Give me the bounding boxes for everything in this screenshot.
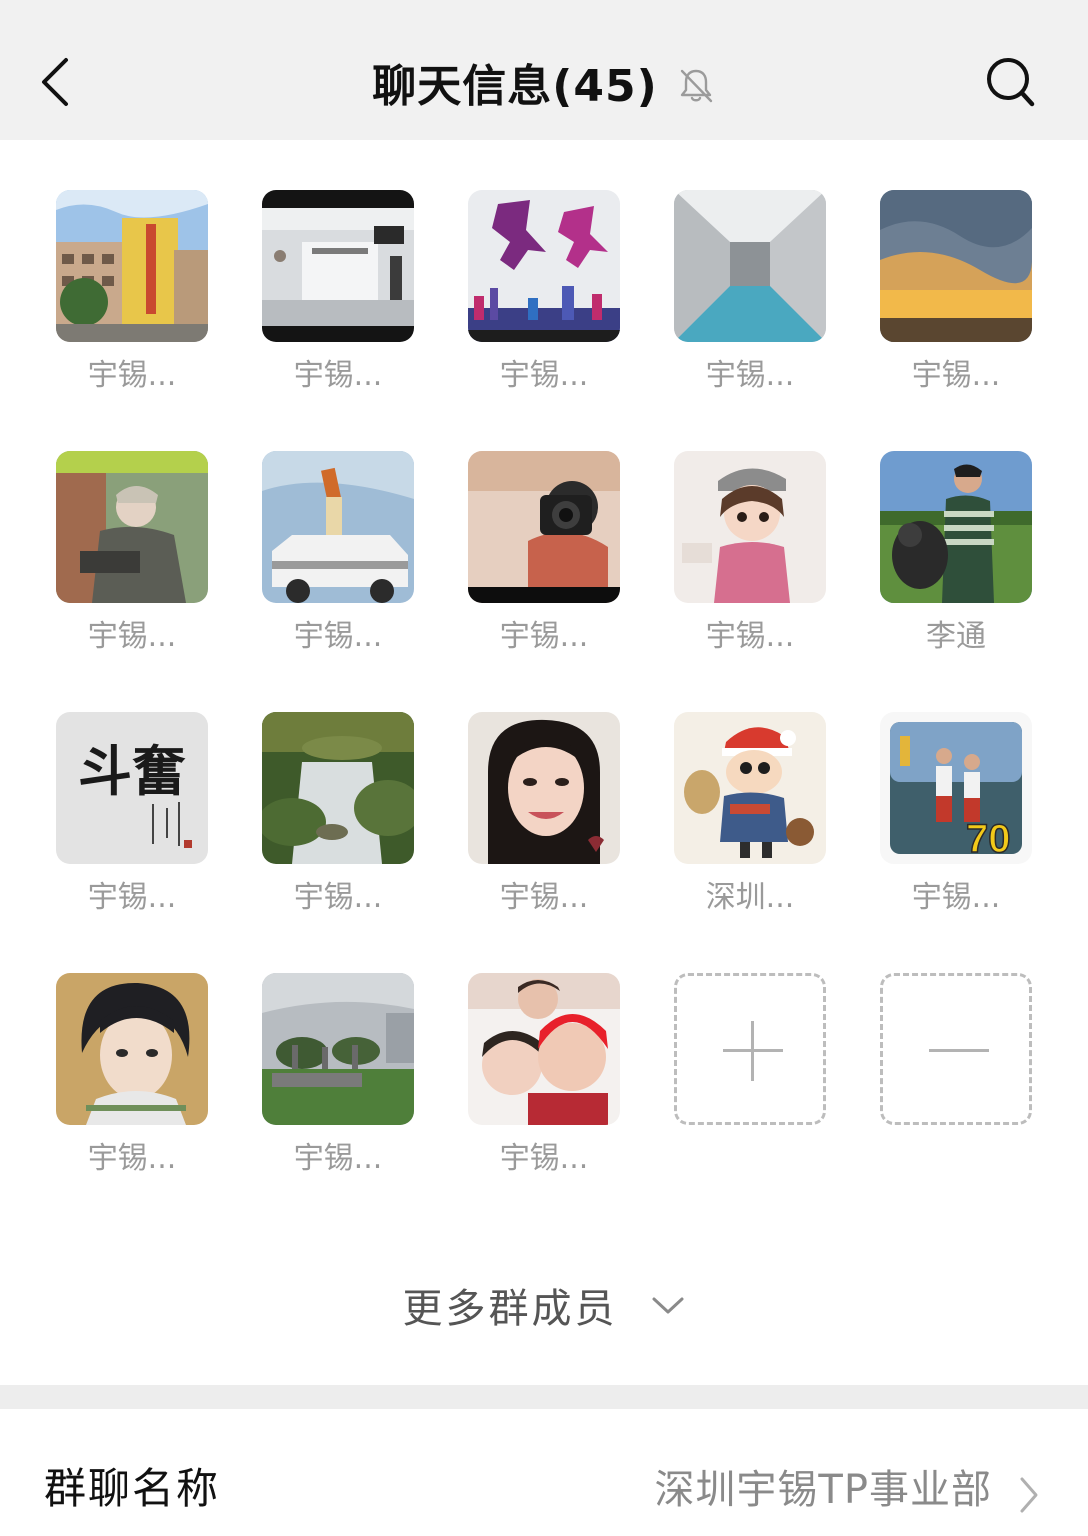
avatar (468, 190, 620, 342)
avatar (674, 190, 826, 342)
avatar: 斗奮 (56, 712, 208, 864)
avatar (674, 712, 826, 864)
member-item[interactable]: 宇锡... (468, 451, 620, 657)
member-item[interactable]: 宇锡... (674, 451, 826, 657)
member-name: 宇锡... (87, 880, 177, 915)
member-name: 宇锡... (87, 358, 177, 393)
member-item[interactable]: 李通 (880, 451, 1032, 657)
avatar (262, 712, 414, 864)
member-item[interactable]: 深圳... (674, 712, 826, 918)
member-item[interactable]: 宇锡... (56, 190, 208, 396)
more-members-button[interactable]: 更多群成员 (0, 1270, 1088, 1340)
member-name: 宇锡... (499, 358, 589, 393)
avatar (56, 973, 208, 1125)
member-name: 宇锡... (293, 619, 383, 654)
member-item[interactable]: 宇锡... (262, 190, 414, 396)
member-item[interactable]: 宇锡... (56, 451, 208, 657)
avatar (56, 451, 208, 603)
member-name: 宇锡... (293, 880, 383, 915)
avatar (880, 190, 1032, 342)
member-item[interactable]: 宇锡... (262, 712, 414, 918)
member-name: 宇锡... (293, 1141, 383, 1176)
member-item[interactable]: 宇锡... (468, 712, 620, 918)
title-group: 聊天信息(45) (0, 50, 1088, 114)
member-item[interactable]: 斗奮 宇锡... (56, 712, 208, 918)
member-name: 宇锡... (499, 1141, 589, 1176)
remove-member-button[interactable] (880, 973, 1032, 1125)
chevron-right-icon (1020, 1477, 1038, 1513)
member-name: 宇锡... (87, 1141, 177, 1176)
search-icon (987, 58, 1035, 107)
bell-off-icon (680, 69, 712, 103)
chevron-down-icon (652, 1297, 683, 1314)
avatar (262, 190, 414, 342)
avatar (468, 712, 620, 864)
avatar (674, 451, 826, 603)
avatar (468, 451, 620, 603)
member-item[interactable]: 宇锡... (468, 973, 620, 1179)
member-name: 宇锡... (705, 358, 795, 393)
member-name: 宇锡... (499, 619, 589, 654)
member-item[interactable]: 宇锡... (674, 190, 826, 396)
avatar (56, 190, 208, 342)
member-name: 李通 (926, 619, 986, 654)
member-item[interactable]: 宇锡... (56, 973, 208, 1179)
member-item[interactable]: 宇锡... (880, 190, 1032, 396)
search-button[interactable] (978, 52, 1044, 112)
group-name-value: 深圳宇锡TP事业部 (654, 1467, 992, 1513)
title-bar: 聊天信息(45) (0, 0, 1088, 140)
member-item[interactable]: 宇锡... (468, 190, 620, 396)
avatar (880, 451, 1032, 603)
member-item[interactable]: 宇锡... (262, 451, 414, 657)
member-item[interactable]: 宇锡... (262, 973, 414, 1179)
member-name: 宇锡... (911, 880, 1001, 915)
page-title: 聊天信息(45) (372, 61, 658, 112)
group-name-row[interactable]: 群聊名称 深圳宇锡TP事业部 (0, 1409, 1088, 1536)
member-name: 宇锡... (87, 619, 177, 654)
member-name: 宇锡... (293, 358, 383, 393)
more-members-label: 更多群成员 (402, 1286, 618, 1332)
avatar: 70 (880, 712, 1032, 864)
member-name: 宇锡... (911, 358, 1001, 393)
section-divider (0, 1385, 1088, 1409)
member-name: 深圳... (705, 880, 795, 915)
group-name-label: 群聊名称 (44, 1464, 221, 1513)
member-name: 宇锡... (705, 619, 795, 654)
member-item[interactable]: 70 宇锡... (880, 712, 1032, 918)
member-name: 宇锡... (499, 880, 589, 915)
badge-number: 70 (966, 817, 1011, 861)
add-member-button[interactable] (674, 973, 826, 1125)
avatar (262, 451, 414, 603)
calligraphy-char: 斗奮 (78, 739, 186, 803)
avatar (262, 973, 414, 1125)
avatar (468, 973, 620, 1125)
